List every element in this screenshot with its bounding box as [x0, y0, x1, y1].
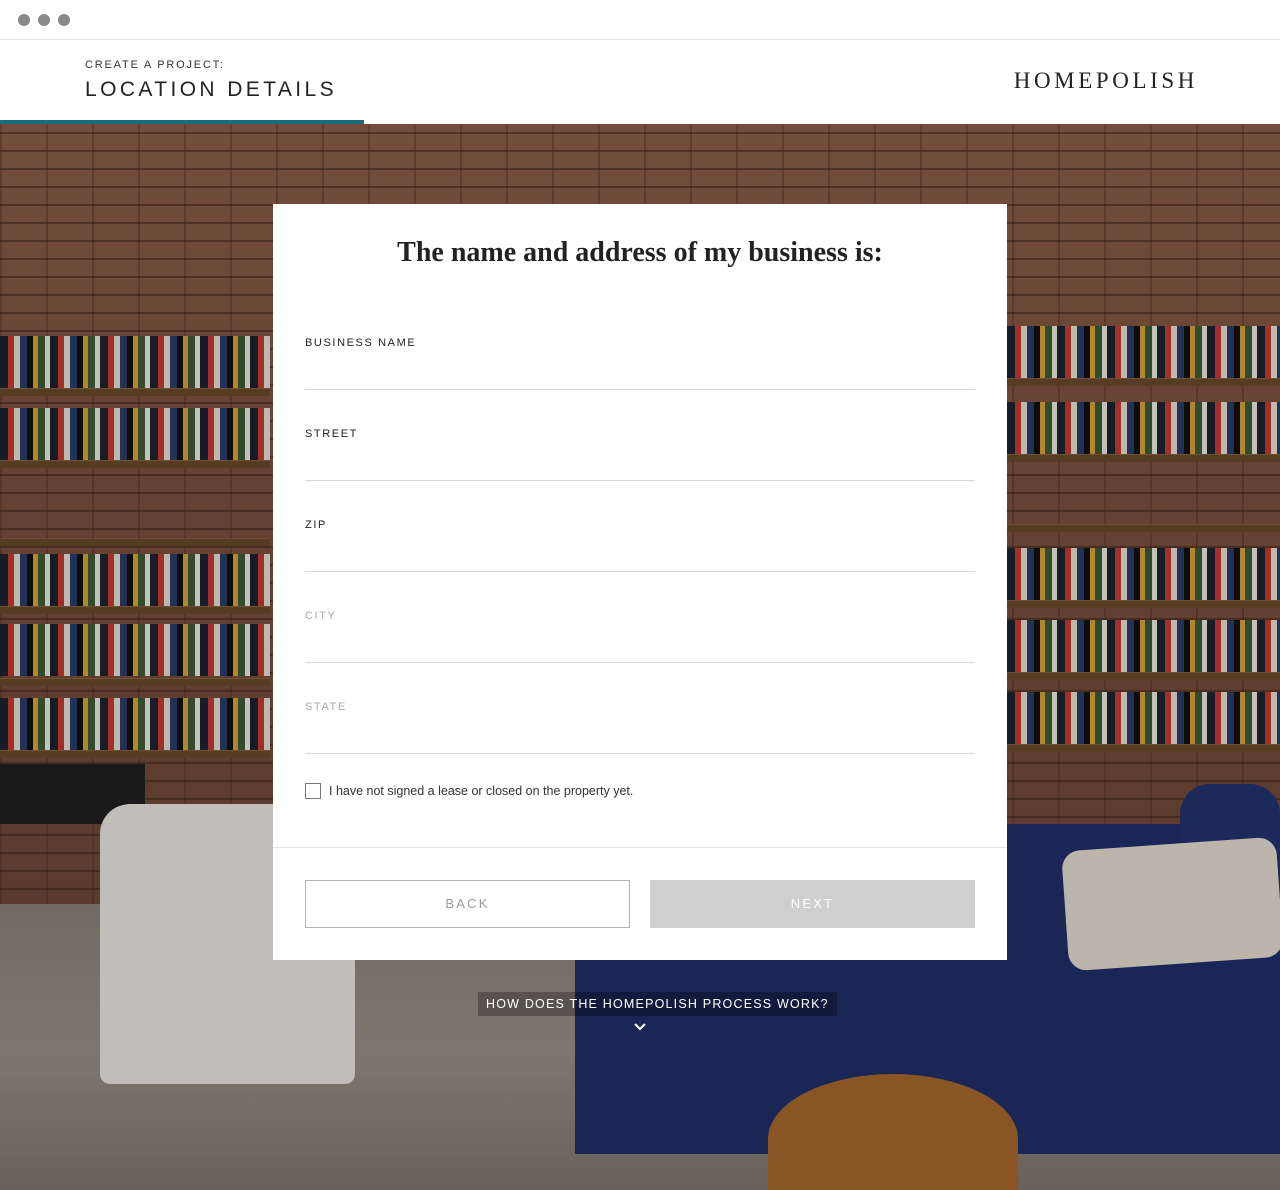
window-maximize-dot[interactable] [58, 14, 70, 26]
lease-checkbox[interactable] [305, 783, 321, 799]
window-close-dot[interactable] [18, 14, 30, 26]
zip-label: ZIP [305, 519, 327, 531]
business-name-field[interactable]: BUSINESS NAME [305, 299, 975, 390]
state-field[interactable]: STATE [305, 663, 975, 754]
lease-checkbox-row[interactable]: I have not signed a lease or closed on t… [305, 782, 633, 800]
card-divider [273, 847, 1007, 848]
city-label: CITY [305, 610, 337, 622]
zip-input[interactable] [305, 537, 975, 565]
window-minimize-dot[interactable] [38, 14, 50, 26]
homepolish-logo[interactable]: HOMEPOLISH [1014, 68, 1198, 94]
step-title: LOCATION DETAILS [85, 78, 337, 101]
business-name-label: BUSINESS NAME [305, 337, 417, 349]
zip-field[interactable]: ZIP [305, 481, 975, 572]
state-label: STATE [305, 701, 347, 713]
window-chrome [0, 0, 1280, 40]
next-button[interactable]: NEXT [650, 880, 975, 928]
back-button[interactable]: BACK [305, 880, 630, 928]
business-name-input[interactable] [305, 355, 975, 383]
chevron-down-icon[interactable] [633, 1020, 647, 1034]
page-header: CREATE A PROJECT: LOCATION DETAILS HOMEP… [0, 40, 1280, 124]
city-field[interactable]: CITY [305, 572, 975, 663]
city-input[interactable] [305, 628, 975, 656]
location-form-card: The name and address of my business is: … [273, 204, 1007, 960]
street-label: STREET [305, 428, 358, 440]
step-eyebrow: CREATE A PROJECT: [85, 59, 225, 71]
street-field[interactable]: STREET [305, 390, 975, 481]
lease-checkbox-label[interactable]: I have not signed a lease or closed on t… [329, 784, 633, 798]
state-input[interactable] [305, 719, 975, 747]
street-input[interactable] [305, 446, 975, 474]
form-title: The name and address of my business is: [397, 237, 883, 268]
process-help-link[interactable]: HOW DOES THE HOMEPOLISH PROCESS WORK? [478, 992, 837, 1016]
